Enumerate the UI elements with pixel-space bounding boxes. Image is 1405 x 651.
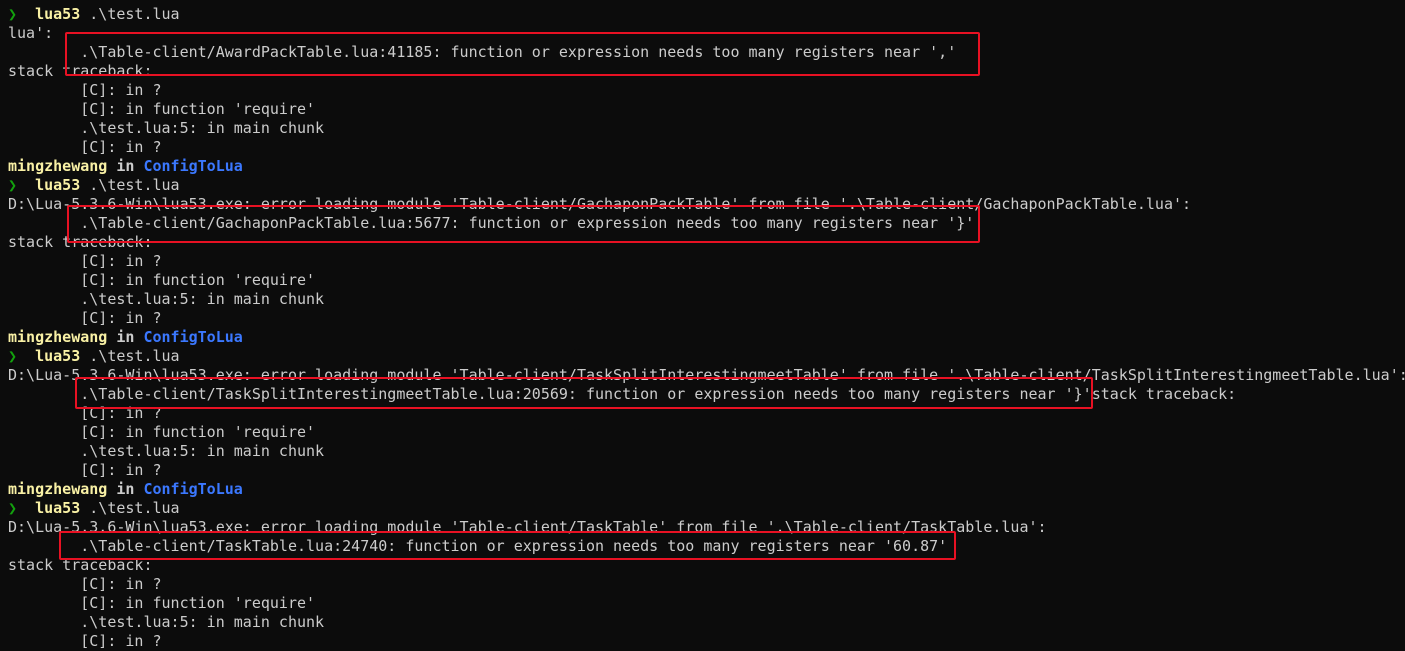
- traceback-header: stack traceback:: [8, 62, 153, 80]
- prompt-user: mingzhewang: [8, 157, 108, 175]
- traceback-header: stack traceback:: [8, 233, 153, 251]
- prompt-user: mingzhewang: [8, 328, 108, 346]
- prompt-arrow-icon: ❯: [8, 499, 18, 517]
- traceback-entry: [C]: in function 'require': [8, 423, 316, 441]
- command-prompt-line: ❯ lua53 .\test.lua: [8, 176, 180, 195]
- traceback-entry: [C]: in ?: [8, 252, 162, 270]
- error-detail-line: .\Table-client/GachaponPackTable.lua:567…: [8, 214, 975, 232]
- error-message-line: lua':: [8, 24, 54, 42]
- command-argument: .\test.lua: [89, 347, 180, 365]
- traceback-header: stack traceback:: [8, 556, 153, 574]
- traceback-entry: [C]: in ?: [8, 81, 162, 99]
- prompt-context-line: mingzhewang in ConfigToLua: [8, 157, 243, 176]
- prompt-in-word: in: [116, 480, 135, 498]
- traceback-entry: [C]: in ?: [8, 309, 162, 327]
- traceback-entry: .\test.lua:5: in main chunk: [8, 290, 325, 308]
- traceback-entry: [C]: in function 'require': [8, 271, 316, 289]
- traceback-entry: .\test.lua:5: in main chunk: [8, 613, 325, 631]
- command-name: lua53: [35, 176, 81, 194]
- command-name: lua53: [35, 347, 81, 365]
- error-detail-line: .\Table-client/AwardPackTable.lua:41185:…: [8, 43, 957, 61]
- command-argument: .\test.lua: [89, 176, 180, 194]
- terminal-window[interactable]: ❯ lua53 .\test.lua lua': .\Table-client/…: [0, 0, 1405, 650]
- command-prompt-line: ❯ lua53 .\test.lua: [8, 5, 180, 24]
- error-message-line: D:\Lua-5.3.6-Win\lua53.exe: error loadin…: [8, 195, 1192, 213]
- traceback-entry: [C]: in ?: [8, 404, 162, 422]
- prompt-user: mingzhewang: [8, 480, 108, 498]
- error-detail-line: .\Table-client/TaskTable.lua:24740: func…: [8, 537, 948, 555]
- error-message-line: D:\Lua-5.3.6-Win\lua53.exe: error loadin…: [8, 366, 1405, 384]
- traceback-entry: [C]: in function 'require': [8, 594, 316, 612]
- command-name: lua53: [35, 5, 81, 23]
- prompt-context-line: mingzhewang in ConfigToLua: [8, 480, 243, 499]
- traceback-entry: .\test.lua:5: in main chunk: [8, 119, 325, 137]
- traceback-entry: [C]: in ?: [8, 632, 162, 650]
- prompt-directory: ConfigToLua: [143, 328, 243, 346]
- prompt-arrow-icon: ❯: [8, 347, 18, 365]
- prompt-directory: ConfigToLua: [143, 157, 243, 175]
- traceback-entry: [C]: in ?: [8, 138, 162, 156]
- command-prompt-line: ❯ lua53 .\test.lua: [8, 499, 180, 518]
- prompt-directory: ConfigToLua: [143, 480, 243, 498]
- error-message-line: D:\Lua-5.3.6-Win\lua53.exe: error loadin…: [8, 518, 1047, 536]
- traceback-entry: .\test.lua:5: in main chunk: [8, 442, 325, 460]
- prompt-in-word: in: [116, 157, 135, 175]
- command-argument: .\test.lua: [89, 499, 180, 517]
- error-detail-line: .\Table-client/TaskSplitInterestingmeetT…: [8, 385, 1237, 403]
- prompt-arrow-icon: ❯: [8, 176, 18, 194]
- command-name: lua53: [35, 499, 81, 517]
- command-argument: .\test.lua: [89, 5, 180, 23]
- prompt-context-line: mingzhewang in ConfigToLua: [8, 328, 243, 347]
- traceback-entry: [C]: in ?: [8, 575, 162, 593]
- prompt-in-word: in: [116, 328, 135, 346]
- prompt-arrow-icon: ❯: [8, 5, 18, 23]
- traceback-entry: [C]: in ?: [8, 461, 162, 479]
- traceback-entry: [C]: in function 'require': [8, 100, 316, 118]
- command-prompt-line: ❯ lua53 .\test.lua: [8, 347, 180, 366]
